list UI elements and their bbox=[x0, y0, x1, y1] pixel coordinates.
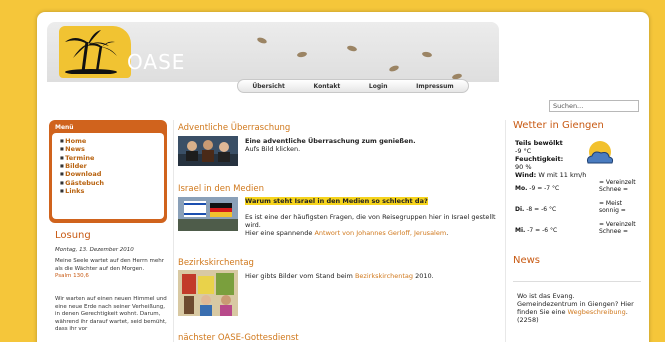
losung-lehrtext: Wir warten auf einen neuen Himmel und ei… bbox=[55, 296, 167, 332]
forecast-unit: °C bbox=[552, 185, 560, 192]
news-link[interactable]: Wegbeschreibung bbox=[568, 308, 626, 316]
article-lead: Eine adventliche Überraschung zum genieß… bbox=[245, 137, 416, 145]
header-banner: OASE bbox=[47, 22, 499, 82]
forecast-desc-1: = Vereinzelt bbox=[599, 221, 636, 228]
weather-temperature: -9 °C bbox=[515, 147, 532, 155]
menu-item-bilder[interactable]: Bilder bbox=[60, 162, 156, 170]
forecast-low: -9 bbox=[529, 185, 536, 192]
article-text-2: Hier eine spannende bbox=[245, 229, 313, 237]
menu-item-termine[interactable]: Termine bbox=[60, 154, 156, 162]
article-text: Es ist eine der häufigsten Fragen, die v… bbox=[245, 213, 496, 229]
article-link[interactable]: Antwort von Johannes Gerloff, Jerusalem bbox=[314, 229, 446, 237]
losung-text: Meine Seele wartet auf den Herrn mehr al… bbox=[55, 258, 167, 281]
news-box: Wo ist das Evang. Gemeindezentrum in Gie… bbox=[513, 281, 641, 341]
news-title: News bbox=[513, 255, 541, 266]
article-title[interactable]: Bezirkskirchentag bbox=[178, 258, 254, 268]
column-divider bbox=[173, 120, 174, 342]
footprint-decoration bbox=[388, 64, 400, 73]
forecast-high: -7 bbox=[544, 185, 551, 192]
forecast-low: -8 bbox=[526, 206, 533, 213]
menu-list: Home News Termine Bilder Download Gästeb… bbox=[60, 137, 156, 195]
footprint-decoration bbox=[256, 36, 268, 45]
forecast-desc-2: sonnig = bbox=[599, 207, 626, 214]
forecast-row: Mo. -9 = -7 °C bbox=[515, 185, 560, 192]
article-thumbnail[interactable] bbox=[178, 197, 238, 231]
losung-date: Montag, 13. Dezember 2010 bbox=[55, 247, 134, 253]
search-input[interactable] bbox=[549, 100, 639, 112]
weather-wind-label: Wind: bbox=[515, 171, 537, 179]
weather-humidity-label: Feuchtigkeit: bbox=[515, 155, 564, 163]
article-title[interactable]: Israel in den Medien bbox=[178, 184, 264, 194]
menu-list-container: Home News Termine Bilder Download Gästeb… bbox=[52, 133, 164, 219]
article-body: Eine adventliche Überraschung zum genieß… bbox=[245, 137, 495, 153]
forecast-desc-1: = Meist bbox=[599, 200, 622, 207]
forecast-day: Mo. bbox=[515, 185, 528, 192]
article-text: Aufs Bild klicken. bbox=[245, 145, 301, 153]
weather-condition: Teils bewölkt bbox=[515, 139, 563, 147]
losung-reference[interactable]: Psalm 130,6 bbox=[55, 273, 89, 279]
nav-item-impressum[interactable]: Impressum bbox=[416, 83, 453, 90]
menu-item-gaestebuch[interactable]: Gästebuch bbox=[60, 179, 156, 187]
weather-title: Wetter in Giengen bbox=[513, 120, 604, 131]
forecast-high: -6 bbox=[541, 206, 548, 213]
forecast-desc-2: Schnee = bbox=[599, 228, 629, 235]
forecast-desc: = Meist sonnig = bbox=[599, 200, 626, 214]
article-thumbnail[interactable] bbox=[178, 136, 238, 166]
menu-item-news[interactable]: News bbox=[60, 145, 156, 153]
weather-wind-value: W mit 11 km/h bbox=[538, 171, 587, 179]
nav-item-login[interactable]: Login bbox=[369, 83, 388, 90]
footprint-decoration bbox=[346, 44, 358, 53]
nav-item-uebersicht[interactable]: Übersicht bbox=[252, 83, 285, 90]
forecast-day: Mi. bbox=[515, 227, 526, 234]
forecast-high: -6 bbox=[542, 227, 549, 234]
article-thumbnail[interactable] bbox=[178, 270, 238, 316]
article-body: Hier gibts Bilder vom Stand beim Bezirks… bbox=[245, 272, 501, 280]
article-title[interactable]: Adventliche Überraschung bbox=[178, 123, 290, 133]
forecast-row: Mi. -7 = -6 °C bbox=[515, 227, 558, 234]
column-divider bbox=[505, 120, 506, 342]
sidebar-menu: Menü Home News Termine Bilder Download G… bbox=[49, 120, 167, 223]
footprint-decoration bbox=[296, 51, 308, 58]
menu-item-download[interactable]: Download bbox=[60, 170, 156, 178]
forecast-unit: °C bbox=[549, 227, 558, 234]
forecast-desc-1: = Vereinzelt bbox=[599, 179, 636, 186]
forecast-day: Di. bbox=[515, 206, 525, 213]
menu-item-home[interactable]: Home bbox=[60, 137, 156, 145]
article-text: Hier gibts Bilder vom Stand beim bbox=[245, 272, 353, 280]
weather-humidity: 90 % bbox=[515, 163, 532, 171]
forecast-desc: = Vereinzelt Schnee = bbox=[599, 179, 636, 193]
article-title[interactable]: nächster OASE-Gottesdienst bbox=[178, 333, 299, 342]
menu-title: Menü bbox=[55, 124, 74, 131]
losung-verse-text: Meine Seele wartet auf den Herrn mehr al… bbox=[55, 258, 164, 272]
article-link[interactable]: Bezirkskirchentag bbox=[355, 272, 413, 280]
partly-cloudy-icon bbox=[587, 141, 614, 164]
forecast-desc: = Vereinzelt Schnee = bbox=[599, 221, 636, 235]
menu-item-links[interactable]: Links bbox=[60, 187, 156, 195]
forecast-low: -7 bbox=[527, 227, 534, 234]
losung-title: Losung bbox=[55, 230, 91, 241]
forecast-row: Di. -8 = -6 °C bbox=[515, 206, 557, 213]
top-navigation: Übersicht Kontakt Login Impressum bbox=[237, 79, 469, 93]
article-body: Warum steht Israel in den Medien so schl… bbox=[245, 197, 501, 237]
forecast-unit: °C bbox=[548, 206, 557, 213]
palm-tree-icon bbox=[65, 30, 117, 74]
article-highlight: Warum steht Israel in den Medien so schl… bbox=[245, 197, 428, 205]
page-container: OASE Übersicht Kontakt Login Impressum M… bbox=[37, 12, 649, 342]
site-logo-text: OASE bbox=[127, 50, 186, 74]
footprint-decoration bbox=[421, 51, 433, 58]
article-text-after: . bbox=[446, 229, 449, 237]
article-text-after: 2010. bbox=[415, 272, 434, 280]
nav-item-kontakt[interactable]: Kontakt bbox=[314, 83, 341, 90]
weather-wind: Wind: W mit 11 km/h bbox=[515, 171, 586, 179]
forecast-desc-2: Schnee = bbox=[599, 186, 629, 193]
